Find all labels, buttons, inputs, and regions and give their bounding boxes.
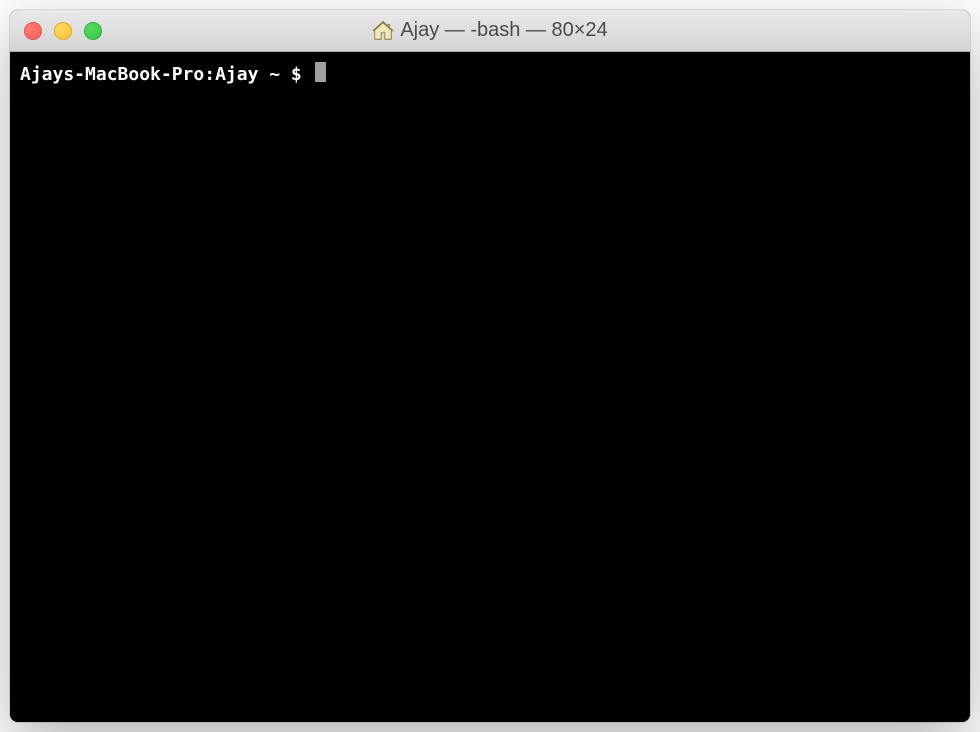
window-title-container: Ajay — -bash — 80×24 xyxy=(10,19,970,42)
home-icon xyxy=(372,20,394,42)
titlebar[interactable]: Ajay — -bash — 80×24 xyxy=(10,10,970,52)
terminal-body[interactable]: Ajays-MacBook-Pro:Ajay ~ $ xyxy=(10,52,970,722)
minimize-button[interactable] xyxy=(54,22,72,40)
cursor xyxy=(315,62,326,82)
zoom-button[interactable] xyxy=(84,22,102,40)
terminal-window: Ajay — -bash — 80×24 Ajays-MacBook-Pro:A… xyxy=(10,10,970,722)
close-button[interactable] xyxy=(24,22,42,40)
shell-prompt: Ajays-MacBook-Pro:Ajay ~ $ xyxy=(20,63,313,86)
prompt-line: Ajays-MacBook-Pro:Ajay ~ $ xyxy=(20,60,960,86)
window-title: Ajay — -bash — 80×24 xyxy=(400,19,607,42)
traffic-lights xyxy=(10,22,102,40)
